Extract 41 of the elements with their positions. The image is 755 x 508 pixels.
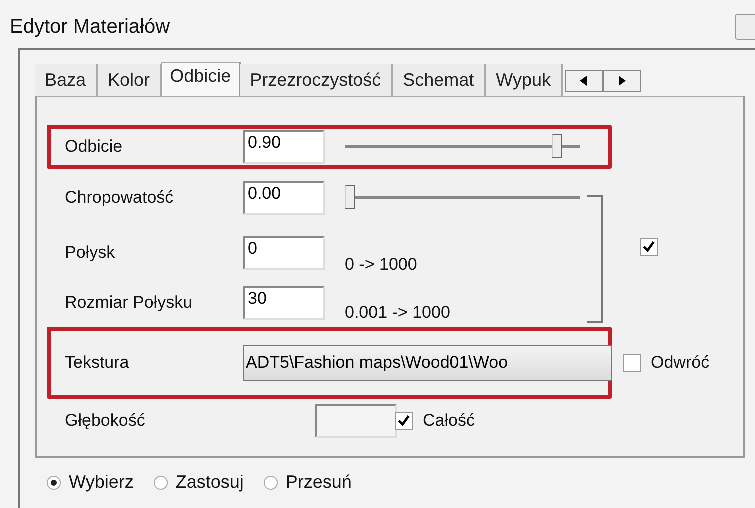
input-field[interactable]: 0.00 xyxy=(243,181,325,215)
field-label: Rozmiar Połysku xyxy=(65,293,194,313)
checkbox[interactable] xyxy=(623,354,641,372)
tab[interactable]: Wypuk xyxy=(486,64,564,96)
range-text: 0 -> 1000 xyxy=(345,255,418,274)
checkbox[interactable] xyxy=(395,412,413,430)
tab[interactable]: Schemat xyxy=(393,64,486,96)
left-triangle-icon xyxy=(580,76,588,86)
input-field[interactable]: 0.90 xyxy=(243,130,325,164)
radio-label: Przesuń xyxy=(286,472,352,493)
radio-label: Zastosuj xyxy=(176,472,244,493)
checkbox[interactable] xyxy=(640,238,658,256)
tab[interactable]: Kolor xyxy=(98,64,162,96)
input-field[interactable]: 30 xyxy=(243,286,325,320)
radio-button[interactable]: Przesuń xyxy=(264,472,352,493)
radio-label: Wybierz xyxy=(69,472,134,493)
texture-path-button[interactable]: ADT5\Fashion maps\Wood01\Woo xyxy=(243,345,612,381)
field-label: Chropowatość xyxy=(65,188,175,208)
field-label: Połysk xyxy=(65,243,116,263)
radio-circle[interactable] xyxy=(154,476,168,490)
tab[interactable]: Odbicie xyxy=(161,62,242,96)
radio-button[interactable]: Zastosuj xyxy=(154,472,244,493)
checkbox-label: Odwróć xyxy=(651,353,710,373)
slider-thumb[interactable] xyxy=(552,134,562,158)
scroll-left-button[interactable] xyxy=(565,70,604,92)
scroll-right-button[interactable] xyxy=(603,70,642,92)
field-label: Głębokość xyxy=(65,411,146,431)
input-field[interactable]: 0 xyxy=(243,236,325,270)
field-label: Tekstura xyxy=(65,353,130,373)
slider-thumb[interactable] xyxy=(345,185,355,209)
radio-button[interactable]: Wybierz xyxy=(47,472,134,493)
right-triangle-icon xyxy=(618,76,626,86)
input-field[interactable] xyxy=(315,404,397,438)
tab[interactable]: Przezroczystość xyxy=(240,64,394,96)
window-title: Edytor Materiałów xyxy=(10,16,170,38)
field-label: Odbicie xyxy=(65,137,124,157)
checkbox-label: Całość xyxy=(423,411,475,431)
radio-circle[interactable] xyxy=(264,476,278,490)
range-text: 0.001 -> 1000 xyxy=(345,303,450,322)
tab[interactable]: Baza xyxy=(35,64,98,96)
radio-circle[interactable] xyxy=(47,476,61,490)
